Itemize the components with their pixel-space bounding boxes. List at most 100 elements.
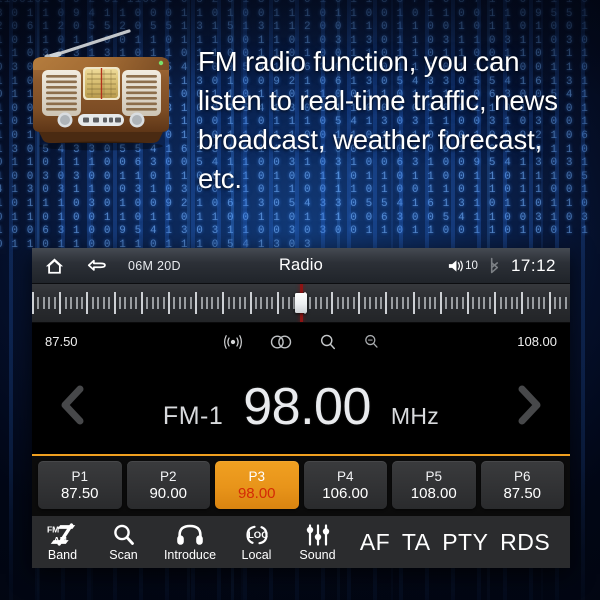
- preset-frequency: 108.00: [410, 484, 457, 502]
- preset-button[interactable]: P4 106.00: [303, 461, 387, 509]
- tick-mark: [178, 297, 181, 309]
- tick-mark: [396, 297, 399, 309]
- tick-mark: [260, 297, 263, 309]
- scan-button-label: Scan: [109, 547, 138, 562]
- tick-mark: [347, 297, 350, 309]
- tick-mark: [559, 297, 562, 309]
- preset-button[interactable]: P3 98.00: [215, 461, 299, 509]
- tick-mark: [461, 297, 464, 309]
- tick-mark: [428, 297, 431, 309]
- loc-local-icon: LOC: [244, 523, 270, 547]
- tick-mark: [537, 297, 540, 309]
- preset-button[interactable]: P1 87.50: [38, 461, 122, 509]
- tick-mark: [336, 297, 339, 309]
- tick-mark: [363, 297, 366, 309]
- tick-mark: [374, 297, 377, 309]
- tick-mark: [320, 297, 323, 309]
- mini-icon-group: [32, 333, 570, 351]
- rds-signal-icon[interactable]: [223, 333, 243, 351]
- svg-text:LOC: LOC: [248, 530, 268, 541]
- radio-head-unit: 06M 20D Radio 10 17:12 87.50 108.00 FM-1…: [32, 248, 570, 568]
- tick-mark: [206, 297, 208, 309]
- search-icon: [112, 523, 136, 547]
- band-high-label: 108.00: [517, 334, 557, 349]
- toolbar-text-button[interactable]: AF: [360, 529, 390, 556]
- tick-mark: [37, 297, 40, 309]
- stereo-icon[interactable]: [269, 334, 293, 350]
- tick-mark: [75, 297, 78, 309]
- tick-mark: [53, 297, 56, 309]
- tick-mark: [380, 297, 382, 309]
- tick-mark: [80, 297, 83, 309]
- tick-mark: [521, 292, 524, 314]
- search-small-icon[interactable]: [363, 333, 380, 350]
- tick-mark: [548, 292, 551, 314]
- tick-mark: [325, 297, 328, 309]
- tick-mark: [113, 292, 116, 314]
- tick-mark: [532, 297, 535, 309]
- equalizer-sliders-icon: [305, 523, 331, 547]
- tick-mark: [445, 297, 448, 309]
- local-button-label: Local: [241, 547, 272, 562]
- tick-mark: [238, 297, 241, 309]
- tick-mark: [200, 297, 203, 309]
- preset-button[interactable]: P5 108.00: [392, 461, 476, 509]
- chevron-right-icon[interactable]: [512, 384, 546, 431]
- chevron-left-icon[interactable]: [56, 384, 90, 431]
- tick-mark: [271, 297, 274, 309]
- tick-mark: [140, 292, 143, 314]
- tick-mark: [505, 297, 508, 309]
- tick-mark: [369, 297, 372, 309]
- tick-mark: [282, 297, 285, 309]
- introduce-button[interactable]: Introduce: [154, 516, 226, 568]
- band-button[interactable]: FM AM Band: [32, 516, 93, 568]
- status-title: Radio: [278, 256, 324, 274]
- tick-mark: [407, 297, 410, 309]
- tick-mark: [32, 292, 34, 314]
- tuning-needle-handle[interactable]: [295, 293, 307, 313]
- tick-mark: [151, 297, 154, 309]
- toolbar-text-button[interactable]: RDS: [500, 529, 550, 556]
- page-title: FM radio function, you can listen to rea…: [198, 46, 558, 194]
- toolbar-text-button[interactable]: TA: [402, 529, 431, 556]
- toolbar-text-button[interactable]: PTY: [442, 529, 488, 556]
- frequency-unit: MHz: [390, 403, 440, 429]
- tick-mark: [341, 297, 344, 309]
- preset-button[interactable]: P2 90.00: [126, 461, 210, 509]
- tick-mark: [42, 297, 45, 309]
- tick-mark: [129, 297, 132, 309]
- tick-mark: [70, 297, 73, 309]
- preset-frequency: 87.50: [503, 484, 542, 502]
- tick-mark: [265, 297, 268, 309]
- sound-button[interactable]: Sound: [287, 516, 348, 568]
- tick-mark: [173, 297, 176, 309]
- search-icon[interactable]: [319, 333, 337, 351]
- frequency-group: FM-1 98.00 MHz: [163, 377, 439, 437]
- local-button[interactable]: LOC Local: [226, 516, 287, 568]
- tick-mark: [499, 297, 502, 309]
- tick-mark: [108, 297, 111, 309]
- tick-mark: [515, 297, 518, 309]
- preset-button[interactable]: P6 87.50: [480, 461, 564, 509]
- tick-mark: [526, 297, 529, 309]
- tick-mark: [472, 297, 475, 309]
- tick-mark: [216, 297, 219, 309]
- tick-mark: [167, 292, 170, 314]
- scan-button[interactable]: Scan: [93, 516, 154, 568]
- tick-mark: [418, 297, 421, 309]
- tuning-scale[interactable]: [32, 284, 570, 323]
- tick-mark: [450, 297, 453, 309]
- tick-mark: [554, 297, 556, 309]
- tick-mark: [102, 297, 105, 309]
- status-bar: 06M 20D Radio 10 17:12: [32, 248, 570, 284]
- screenshot-root: 1100101 8 9 2 01 1100 1 0 5 2 0 1 8 9 3 …: [0, 0, 600, 600]
- tick-mark: [352, 297, 355, 309]
- tick-mark: [510, 297, 513, 309]
- tick-mark: [119, 297, 121, 309]
- preset-name: P4: [336, 468, 354, 484]
- tick-mark: [314, 297, 317, 309]
- tick-mark: [385, 292, 388, 314]
- tick-mark: [135, 297, 138, 309]
- tick-mark: [439, 292, 442, 314]
- preset-name: P1: [71, 468, 88, 484]
